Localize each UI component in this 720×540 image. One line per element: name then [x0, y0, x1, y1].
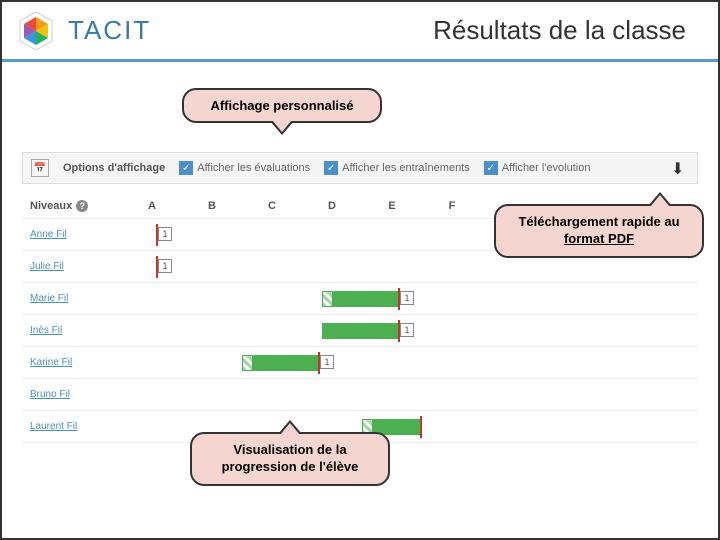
check-icon: ✓: [484, 161, 498, 175]
brand-text: TACIT: [68, 15, 151, 46]
callout-text: Affichage personnalisé: [210, 98, 353, 113]
progress-bars: 1: [122, 315, 698, 346]
checkbox-evolution[interactable]: ✓ Afficher l'evolution: [484, 161, 591, 175]
column-d: D: [302, 200, 362, 212]
count-badge: 1: [400, 323, 414, 337]
callout-text: Téléchargement rapide au: [518, 214, 679, 229]
checkbox-label: Afficher l'evolution: [502, 162, 591, 174]
table-row: Karine Fil 1: [22, 347, 698, 379]
callout-text: Visualisation de la: [233, 442, 346, 457]
brand-logo: TACIT: [14, 9, 151, 53]
student-link[interactable]: Bruno Fil: [22, 389, 122, 400]
checkbox-label: Afficher les évaluations: [197, 162, 310, 174]
calendar-icon[interactable]: 📅: [31, 159, 49, 177]
table-row: Inès Fil 1: [22, 315, 698, 347]
download-icon[interactable]: ⬇: [671, 159, 689, 177]
callout-progress-visual: Visualisation de la progression de l'élè…: [190, 432, 390, 486]
column-b: B: [182, 200, 242, 212]
student-link[interactable]: Inès Fil: [22, 325, 122, 336]
app-header: TACIT Résultats de la classe: [2, 2, 718, 62]
column-f: F: [422, 200, 482, 212]
student-link[interactable]: Karine Fil: [22, 357, 122, 368]
progress-bar: [322, 323, 398, 339]
progress-bar: [252, 355, 318, 371]
checkbox-label: Afficher les entraînements: [342, 162, 470, 174]
callout-display-options: Affichage personnalisé: [182, 88, 382, 123]
progress-bars: 1: [122, 347, 698, 378]
count-badge: 1: [320, 355, 334, 369]
help-icon[interactable]: ?: [76, 200, 88, 212]
progress-bars: 1: [122, 283, 698, 314]
student-link[interactable]: Anne Fil: [22, 229, 122, 240]
table-row: Bruno Fil: [22, 379, 698, 411]
table-row: Marie Fil 1: [22, 283, 698, 315]
count-badge: 1: [158, 227, 172, 241]
column-e: E: [362, 200, 422, 212]
count-badge: 1: [400, 291, 414, 305]
marker-icon: [420, 416, 422, 438]
check-icon: ✓: [179, 161, 193, 175]
progress-bars: [122, 379, 698, 410]
page-title: Résultats de la classe: [433, 15, 686, 46]
column-levels: Niveaux ?: [22, 200, 122, 212]
column-c: C: [242, 200, 302, 212]
column-label: Niveaux: [30, 200, 72, 212]
checkbox-evaluations[interactable]: ✓ Afficher les évaluations: [179, 161, 310, 175]
student-link[interactable]: Marie Fil: [22, 293, 122, 304]
count-badge: 1: [158, 259, 172, 273]
student-link[interactable]: Julie Fil: [22, 261, 122, 272]
results-panel: 📅 Options d'affichage ✓ Afficher les éval…: [22, 152, 698, 443]
callout-download-pdf: Téléchargement rapide au format PDF: [494, 204, 704, 258]
check-icon: ✓: [324, 161, 338, 175]
progress-bar: [332, 291, 398, 307]
callout-text: progression de l'élève: [222, 459, 359, 474]
student-link[interactable]: Laurent Fil: [22, 421, 122, 432]
display-options-bar: 📅 Options d'affichage ✓ Afficher les éval…: [22, 152, 698, 184]
checkbox-trainings[interactable]: ✓ Afficher les entraînements: [324, 161, 470, 175]
column-a: A: [122, 200, 182, 212]
options-label: Options d'affichage: [63, 162, 165, 174]
hexagon-icon: [14, 9, 58, 53]
callout-text: format PDF: [564, 231, 634, 246]
